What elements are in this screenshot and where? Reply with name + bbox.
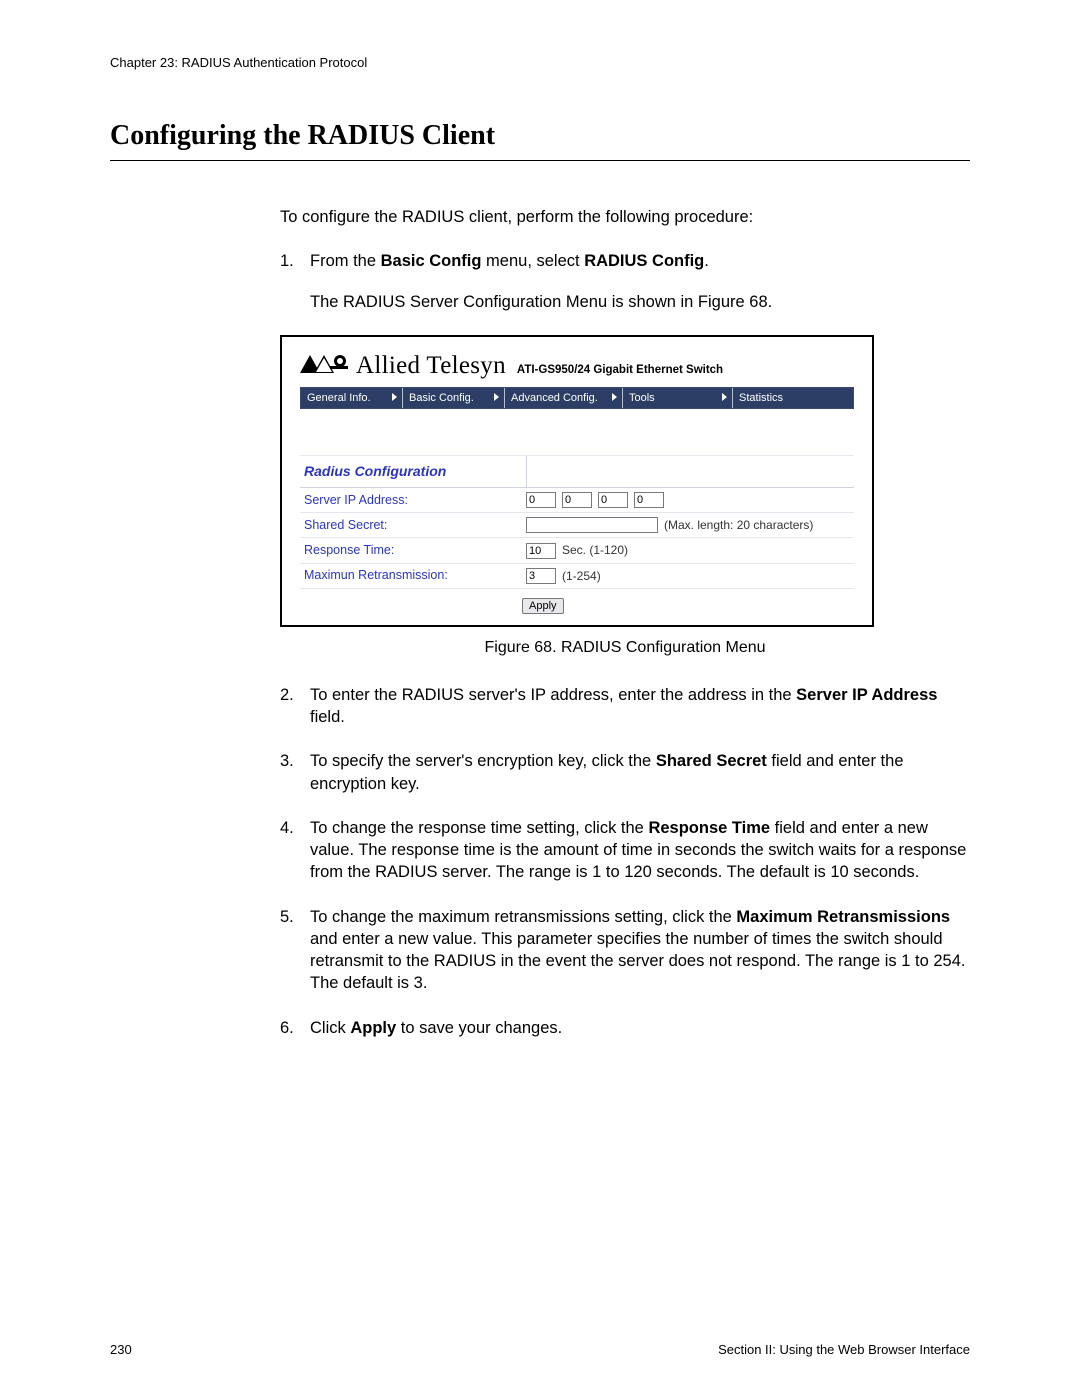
response-time-input[interactable] <box>526 543 556 559</box>
step-3: 3. To specify the server's encryption ke… <box>280 750 970 795</box>
bold-text: RADIUS Config <box>584 252 704 270</box>
label-server-ip: Server IP Address: <box>300 492 526 509</box>
bold-text: Basic Config <box>381 252 482 270</box>
hint-text: Sec. (1-120) <box>562 542 628 558</box>
step-number: 3. <box>280 750 310 795</box>
product-model: ATI-GS950/24 Gigabit Ethernet Switch <box>517 363 723 379</box>
step-text: field. <box>310 708 345 726</box>
step-number: 6. <box>280 1017 310 1039</box>
page-footer: 230 Section II: Using the Web Browser In… <box>110 1342 970 1357</box>
chevron-right-icon <box>612 393 617 401</box>
label-response-time: Response Time: <box>300 542 526 559</box>
step-text: To enter the RADIUS server's IP address,… <box>310 686 796 704</box>
step-number: 2. <box>280 684 310 729</box>
ip-octet-3[interactable] <box>598 492 628 508</box>
brand-logo-icon <box>300 355 348 373</box>
step-text: To specify the server's encryption key, … <box>310 752 656 770</box>
page-number: 230 <box>110 1342 132 1357</box>
hint-text: (1-254) <box>562 568 601 584</box>
hint-text: (Max. length: 20 characters) <box>664 517 813 533</box>
bold-text: Server IP Address <box>796 686 937 704</box>
step-text: Click <box>310 1019 350 1037</box>
step-text: From the <box>310 252 381 270</box>
bold-text: Maximum Retransmissions <box>736 908 950 926</box>
step-1: 1. From the Basic Config menu, select RA… <box>280 250 970 313</box>
step-text: to save your changes. <box>396 1019 562 1037</box>
figure-caption: Figure 68. RADIUS Configuration Menu <box>280 637 970 659</box>
step-number: 5. <box>280 906 310 995</box>
shared-secret-input[interactable] <box>526 517 658 533</box>
section-label: Section II: Using the Web Browser Interf… <box>718 1342 970 1357</box>
section-heading: Radius Configuration <box>300 456 527 487</box>
step-text: The RADIUS Server Configuration Menu is … <box>310 291 970 313</box>
label-max-retransmission: Maximun Retransmission: <box>300 567 526 584</box>
step-text: To change the maximum retransmissions se… <box>310 908 736 926</box>
intro-text: To configure the RADIUS client, perform … <box>280 206 970 228</box>
step-4: 4. To change the response time setting, … <box>280 817 970 884</box>
menu-advanced-config[interactable]: Advanced Config. <box>505 388 623 409</box>
step-text: To change the response time setting, cli… <box>310 819 648 837</box>
menu-tools[interactable]: Tools <box>623 388 733 409</box>
page-title: Configuring the RADIUS Client <box>110 120 970 161</box>
ip-octet-1[interactable] <box>526 492 556 508</box>
step-6: 6. Click Apply to save your changes. <box>280 1017 970 1039</box>
apply-button[interactable]: Apply <box>522 598 564 614</box>
chevron-right-icon <box>722 393 727 401</box>
step-text: . <box>704 252 709 270</box>
bold-text: Response Time <box>648 819 770 837</box>
menu-bar: General Info. Basic Config. Advanced Con… <box>300 387 854 410</box>
content-block: To configure the RADIUS client, perform … <box>280 206 970 1039</box>
step-2: 2. To enter the RADIUS server's IP addre… <box>280 684 970 729</box>
brand-name: Allied Telesyn <box>356 349 506 383</box>
chapter-header: Chapter 23: RADIUS Authentication Protoc… <box>110 55 970 70</box>
figure-68: Allied Telesyn ATI-GS950/24 Gigabit Ethe… <box>280 335 970 659</box>
chevron-right-icon <box>392 393 397 401</box>
step-5: 5. To change the maximum retransmissions… <box>280 906 970 995</box>
menu-basic-config[interactable]: Basic Config. <box>403 388 505 409</box>
step-number: 1. <box>280 250 310 313</box>
step-text: and enter a new value. This parameter sp… <box>310 930 965 993</box>
menu-statistics[interactable]: Statistics <box>733 388 853 409</box>
step-number: 4. <box>280 817 310 884</box>
step-text: menu, select <box>481 252 584 270</box>
ip-octet-4[interactable] <box>634 492 664 508</box>
ip-octet-2[interactable] <box>562 492 592 508</box>
label-shared-secret: Shared Secret: <box>300 517 526 534</box>
menu-general-info[interactable]: General Info. <box>301 388 403 409</box>
chevron-right-icon <box>494 393 499 401</box>
bold-text: Shared Secret <box>656 752 767 770</box>
bold-text: Apply <box>350 1019 396 1037</box>
max-retransmission-input[interactable] <box>526 568 556 584</box>
